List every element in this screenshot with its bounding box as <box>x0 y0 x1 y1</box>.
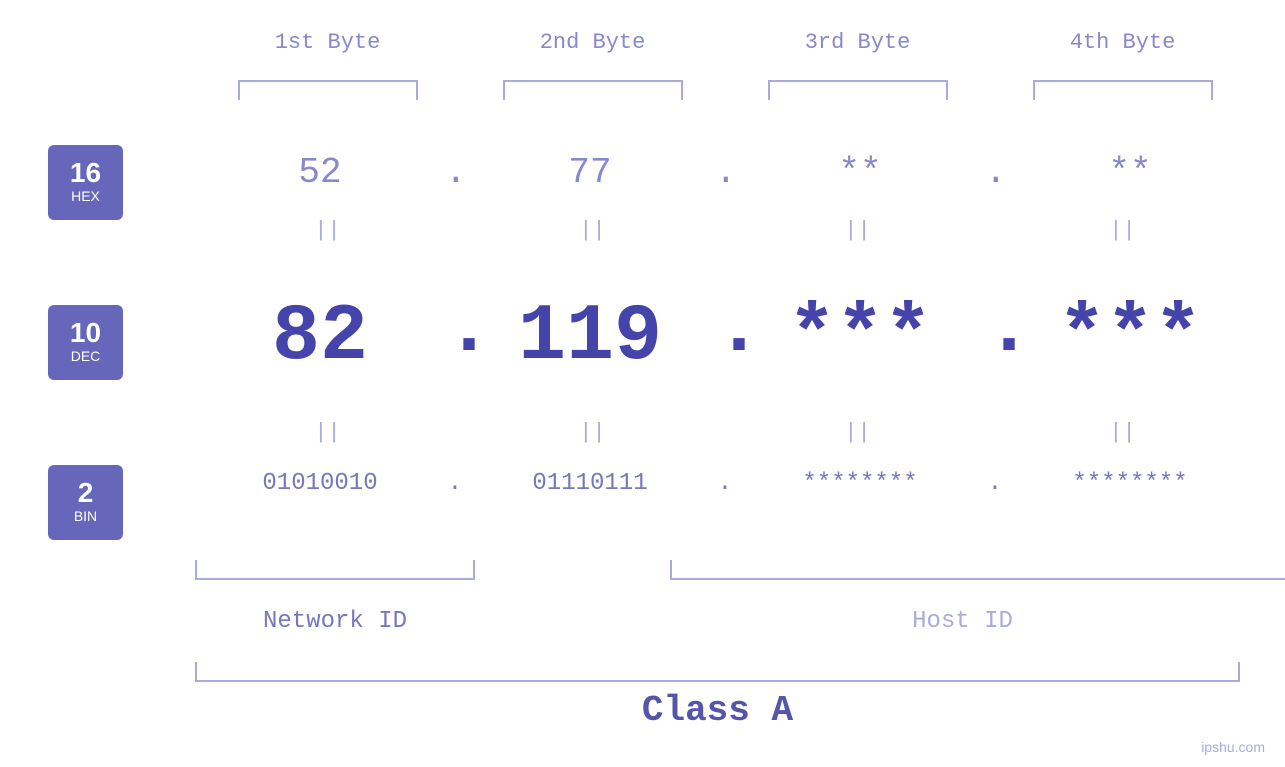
byte4-header: 4th Byte <box>990 30 1255 55</box>
hex-dot1: . <box>445 152 465 193</box>
dec-dot3: . <box>985 290 1005 385</box>
equals-row2: || || || || <box>195 420 1255 445</box>
hex-row: 52 . 77 . ** . ** <box>195 152 1255 193</box>
eq1-b2: || <box>460 218 725 243</box>
bracket-inner-2 <box>503 80 683 100</box>
dec-name: DEC <box>71 347 101 367</box>
eq1-b4: || <box>990 218 1255 243</box>
byte3-header: 3rd Byte <box>725 30 990 55</box>
dec-dot2: . <box>715 290 735 385</box>
hex-byte4: ** <box>1005 152 1255 193</box>
bin-dot2: . <box>715 470 735 497</box>
equals-row1: || || || || <box>195 218 1255 243</box>
bin-byte2: 01110111 <box>465 470 715 497</box>
hex-byte2: 77 <box>465 152 715 193</box>
bottom-bracket-row <box>195 560 1255 580</box>
eq2-b4: || <box>990 420 1255 445</box>
bin-badge: 2 BIN <box>48 465 123 540</box>
dec-byte2: 119 <box>465 292 715 383</box>
dec-row: 82 . 119 . *** . *** <box>195 290 1255 385</box>
dec-dot1: . <box>445 290 465 385</box>
hex-dot3: . <box>985 152 1005 193</box>
base-labels: 16 HEX 10 DEC 2 BIN <box>48 145 123 625</box>
hex-name: HEX <box>71 187 100 207</box>
eq2-b3: || <box>725 420 990 445</box>
network-id-label: Network ID <box>195 608 475 635</box>
bracket-byte3 <box>725 80 990 100</box>
dec-badge: 10 DEC <box>48 305 123 380</box>
hex-dot2: . <box>715 152 735 193</box>
main-container: 1st Byte 2nd Byte 3rd Byte 4th Byte 16 H… <box>0 0 1285 767</box>
bin-num: 2 <box>78 479 94 507</box>
eq2-b1: || <box>195 420 460 445</box>
dec-num: 10 <box>70 319 101 347</box>
eq1-b3: || <box>725 218 990 243</box>
dec-byte1: 82 <box>195 292 445 383</box>
hex-num: 16 <box>70 159 101 187</box>
top-bracket-row <box>195 80 1255 100</box>
eq2-b2: || <box>460 420 725 445</box>
hex-byte3: ** <box>735 152 985 193</box>
bin-dot1: . <box>445 470 465 497</box>
bin-byte1: 01010010 <box>195 470 445 497</box>
hex-badge: 16 HEX <box>48 145 123 220</box>
bracket-inner-3 <box>768 80 948 100</box>
bracket-byte1 <box>195 80 460 100</box>
byte2-header: 2nd Byte <box>460 30 725 55</box>
bin-byte3: ******** <box>735 470 985 497</box>
byte1-header: 1st Byte <box>195 30 460 55</box>
bracket-byte2 <box>460 80 725 100</box>
bracket-inner-1 <box>238 80 418 100</box>
bin-byte4: ******** <box>1005 470 1255 497</box>
bracket-byte4 <box>990 80 1255 100</box>
watermark: ipshu.com <box>1201 739 1265 755</box>
dec-byte4: *** <box>1005 292 1255 383</box>
bin-dot3: . <box>985 470 1005 497</box>
bin-name: BIN <box>74 507 97 527</box>
bottom-bracket-right <box>670 560 1285 580</box>
eq1-b1: || <box>195 218 460 243</box>
bracket-inner-4 <box>1033 80 1213 100</box>
dec-byte3: *** <box>735 292 985 383</box>
big-bracket <box>195 662 1240 682</box>
byte-headers: 1st Byte 2nd Byte 3rd Byte 4th Byte <box>195 30 1255 55</box>
class-label: Class A <box>195 690 1240 731</box>
bottom-bracket-left <box>195 560 475 580</box>
hex-byte1: 52 <box>195 152 445 193</box>
bin-row: 01010010 . 01110111 . ******** . *******… <box>195 470 1255 497</box>
host-id-label: Host ID <box>670 608 1255 635</box>
